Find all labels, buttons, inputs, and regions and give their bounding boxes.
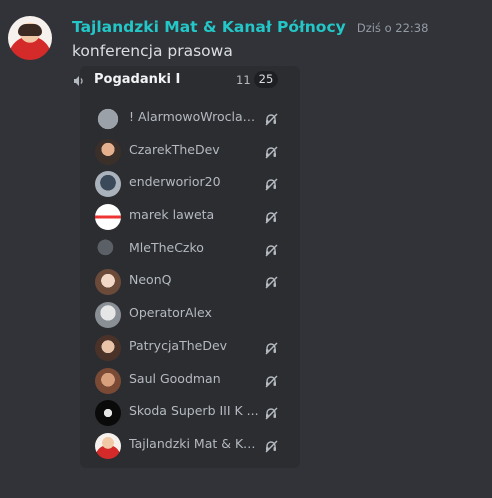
message-header: Tajlandzki Mat & Kanał Północy Dziś o 22…	[72, 17, 428, 36]
member-name: CzarekTheDev	[129, 141, 220, 157]
deafened-icon	[265, 407, 278, 420]
member-avatar	[95, 138, 121, 165]
member-avatar	[95, 236, 121, 263]
voice-member[interactable]: Tajlandzki Mat & Ka...	[80, 429, 300, 462]
member-name: Saul Goodman	[129, 370, 221, 386]
voice-member-list: ! AlarmowoWroclaw ! CzarekTheDev enderwo…	[80, 102, 300, 462]
voice-member[interactable]: Skoda Superb III K ...	[80, 396, 300, 429]
voice-member[interactable]: ! AlarmowoWroclaw !	[80, 102, 300, 135]
member-avatar	[95, 367, 121, 394]
voice-channel-user-limit: 25	[254, 71, 278, 88]
member-name: NeonQ	[129, 272, 172, 288]
voice-member[interactable]: OperatorAlex	[80, 298, 300, 331]
message-content: konferencja prasowa	[72, 42, 233, 60]
member-avatar	[95, 334, 121, 361]
deafened-icon	[265, 440, 278, 453]
member-name: enderworior20	[129, 174, 221, 190]
member-name: Skoda Superb III K ...	[129, 403, 259, 419]
deafened-icon	[265, 375, 278, 387]
member-name: marek laweta	[129, 207, 215, 223]
message-timestamp: Dziś o 22:38	[356, 21, 429, 35]
deafened-icon	[265, 146, 278, 159]
voice-member[interactable]: NeonQ	[80, 265, 300, 298]
deafened-icon	[265, 178, 278, 191]
voice-member[interactable]: enderworior20	[80, 167, 300, 200]
member-name: OperatorAlex	[129, 305, 212, 321]
member-avatar	[95, 400, 121, 427]
voice-channel-user-count: 11	[236, 73, 251, 87]
voice-channel-name[interactable]: Pogadanki I	[94, 72, 180, 87]
voice-member[interactable]: CzarekTheDev	[80, 135, 300, 168]
voice-channel-card: Pogadanki I 11 25 ! AlarmowoWroclaw ! Cz…	[74, 66, 300, 468]
member-name: Tajlandzki Mat & Ka...	[129, 435, 261, 451]
member-avatar	[95, 106, 121, 132]
member-avatar	[95, 432, 121, 459]
author-username[interactable]: Tajlandzki Mat & Kanał Północy	[72, 18, 346, 36]
member-name: PatrycjaTheDev	[129, 337, 228, 353]
voice-channel-header[interactable]: Pogadanki I 11 25	[74, 66, 300, 96]
deafened-icon	[265, 211, 278, 224]
member-name: MleTheCzko	[129, 239, 204, 255]
deafened-icon	[265, 342, 278, 355]
voice-channel-icon	[74, 76, 83, 86]
deafened-icon	[265, 276, 278, 289]
voice-member[interactable]: marek laweta	[80, 200, 300, 233]
voice-member[interactable]: Saul Goodman	[80, 364, 300, 397]
member-avatar	[95, 171, 121, 198]
member-avatar	[95, 204, 121, 231]
voice-member[interactable]: MleTheCzko	[80, 233, 300, 266]
member-name: ! AlarmowoWroclaw !	[129, 109, 261, 124]
deafened-icon	[265, 113, 278, 126]
deafened-icon	[265, 244, 278, 257]
voice-member[interactable]: PatrycjaTheDev	[80, 331, 300, 364]
member-avatar	[95, 269, 121, 296]
author-avatar[interactable]	[8, 16, 52, 60]
member-avatar	[95, 302, 121, 329]
